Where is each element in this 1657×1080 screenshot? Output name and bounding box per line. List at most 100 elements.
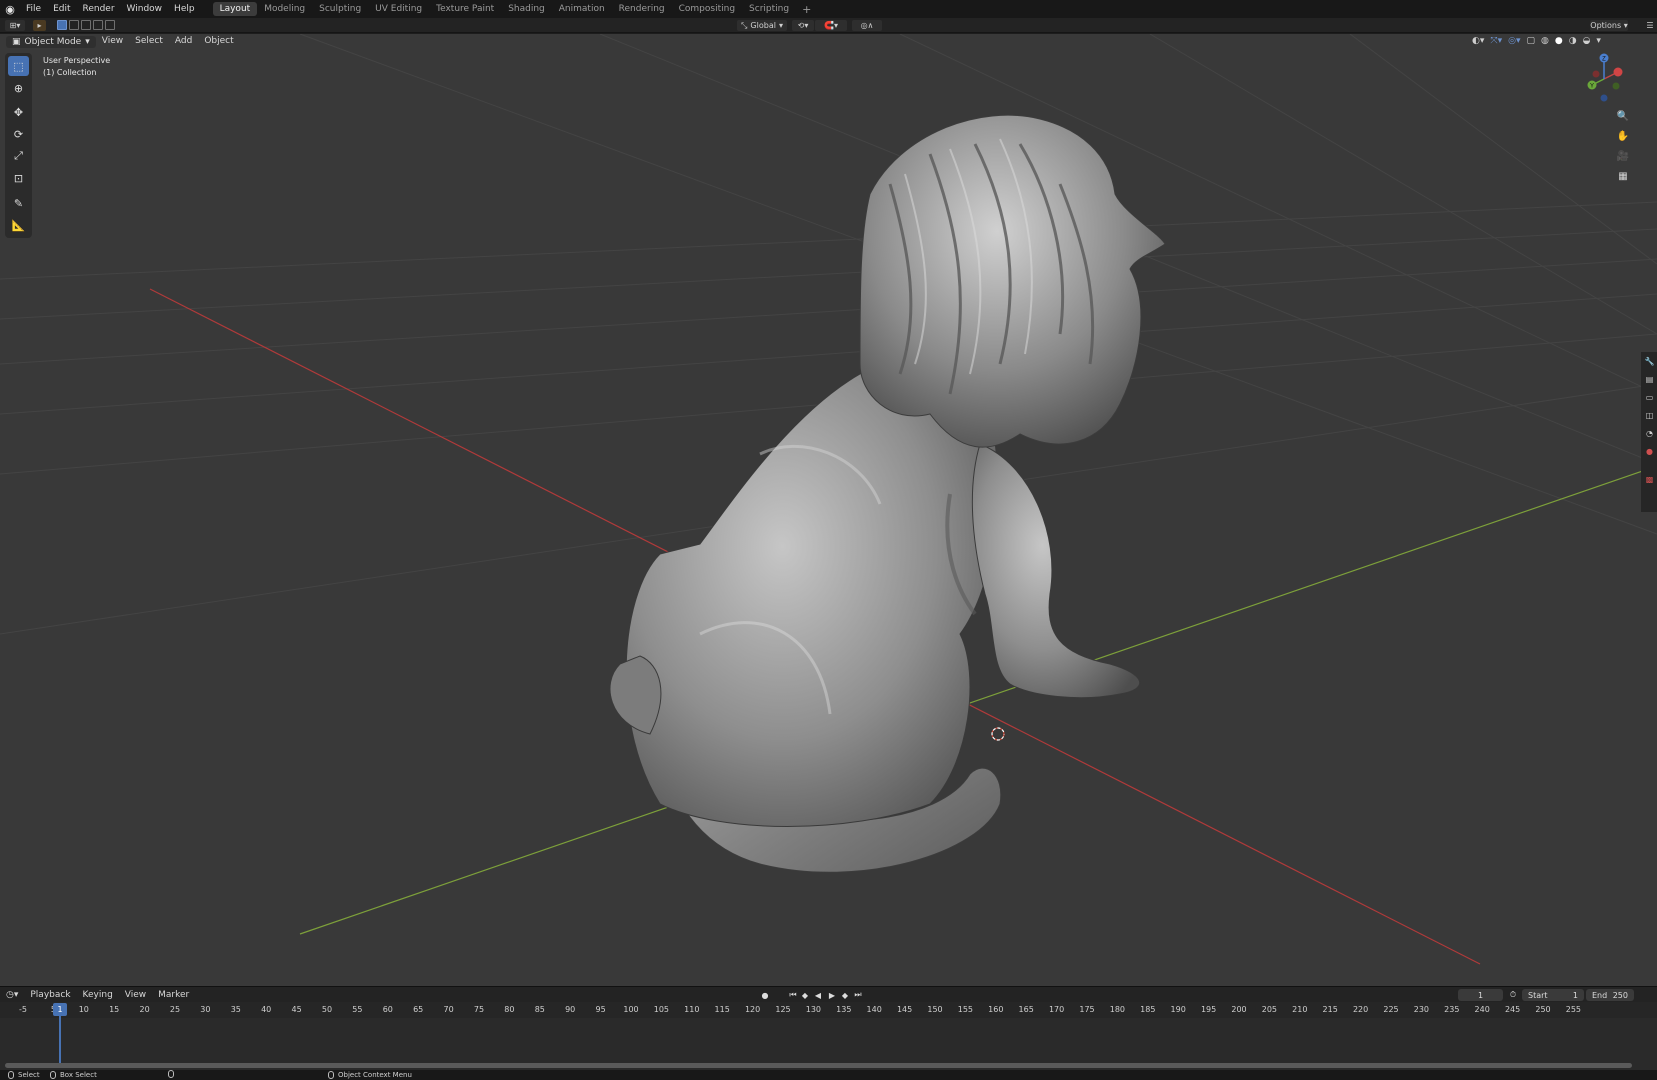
start-frame-field[interactable]: Start 1 bbox=[1522, 989, 1584, 1001]
3d-cursor-icon[interactable] bbox=[991, 727, 1005, 741]
add-workspace-icon[interactable]: + bbox=[796, 3, 817, 16]
annotate-tool-icon[interactable]: ✎ bbox=[8, 193, 29, 213]
menu-window[interactable]: Window bbox=[121, 0, 169, 18]
object-mode-dropdown[interactable]: ▣ Object Mode ▾ bbox=[6, 35, 96, 48]
blender-logo-icon[interactable]: ◉ bbox=[0, 0, 20, 18]
play-reverse-icon[interactable]: ◀ bbox=[813, 990, 823, 1000]
timeline-editor-icon[interactable]: ◷▾ bbox=[0, 987, 24, 1003]
status-select: Select bbox=[8, 1070, 40, 1080]
navigation-gizmo[interactable]: Z Y bbox=[1572, 52, 1634, 106]
move-tool-icon[interactable]: ✥ bbox=[8, 102, 29, 122]
ruler-tick-label: 195 bbox=[1200, 1005, 1217, 1014]
view-name: User Perspective bbox=[43, 56, 111, 65]
end-label: End bbox=[1592, 990, 1608, 1000]
view-layer-icon[interactable]: ◫ bbox=[1644, 410, 1655, 421]
rotate-tool-icon[interactable]: ⟳ bbox=[8, 124, 29, 144]
pivot-point-icon[interactable]: ⟲▾ bbox=[792, 20, 814, 31]
scene-properties-icon[interactable]: ◔ bbox=[1644, 428, 1655, 439]
select-mode-new-icon[interactable] bbox=[57, 20, 67, 30]
editor-type-icon[interactable]: ⊞▾ bbox=[5, 20, 25, 31]
select-mode-extend-icon[interactable] bbox=[69, 20, 79, 30]
pan-hand-icon[interactable]: ✋ bbox=[1615, 128, 1631, 144]
play-icon[interactable]: ▶ bbox=[827, 990, 837, 1000]
wireframe-shading-icon[interactable]: ◍ bbox=[1541, 36, 1549, 46]
lion-mesh[interactable] bbox=[609, 114, 1166, 873]
snap-icon[interactable]: 🧲▾ bbox=[815, 20, 847, 31]
timeline-menu-playback[interactable]: Playback bbox=[24, 987, 76, 1003]
menu-render[interactable]: Render bbox=[77, 0, 121, 18]
tab-scripting[interactable]: Scripting bbox=[742, 2, 796, 16]
current-frame-marker[interactable]: 1 bbox=[53, 1003, 67, 1016]
cursor-tool-icon[interactable]: ⊕ bbox=[8, 78, 29, 98]
perspective-toggle-icon[interactable]: ▦ bbox=[1615, 168, 1631, 184]
shading-options-icon[interactable]: ▾ bbox=[1596, 36, 1601, 46]
xray-icon[interactable]: ▢ bbox=[1526, 36, 1535, 46]
menu-file[interactable]: File bbox=[20, 0, 47, 18]
overlays-icon[interactable]: ◎▾ bbox=[1508, 36, 1520, 46]
jump-keyframe-forward-icon[interactable]: ◆ bbox=[840, 990, 850, 1000]
current-frame-field[interactable]: 1 bbox=[1458, 989, 1503, 1001]
viewport-menu-object[interactable]: Object bbox=[198, 34, 239, 49]
ruler-tick-label: 160 bbox=[988, 1005, 1004, 1014]
solid-shading-icon[interactable]: ● bbox=[1555, 36, 1563, 46]
select-mode-invert-icon[interactable] bbox=[93, 20, 103, 30]
texture-properties-icon[interactable]: ▩ bbox=[1644, 474, 1655, 485]
tab-compositing[interactable]: Compositing bbox=[672, 2, 742, 16]
transform-tool-icon[interactable]: ⊡ bbox=[8, 168, 29, 188]
visibility-icon[interactable]: ◐▾ bbox=[1472, 36, 1484, 46]
menu-help[interactable]: Help bbox=[168, 0, 201, 18]
output-properties-icon[interactable]: ▭ bbox=[1644, 392, 1655, 403]
menu-edit[interactable]: Edit bbox=[47, 0, 76, 18]
jump-keyframe-back-icon[interactable]: ◆ bbox=[800, 990, 810, 1000]
tab-modeling[interactable]: Modeling bbox=[257, 2, 312, 16]
timeline-menu-marker[interactable]: Marker bbox=[152, 987, 195, 1003]
tab-shading[interactable]: Shading bbox=[501, 2, 552, 16]
viewport-menu-select[interactable]: Select bbox=[129, 34, 169, 49]
tab-texture-paint[interactable]: Texture Paint bbox=[429, 2, 501, 16]
timeline-area[interactable]: -551015202530354045505560657075808590951… bbox=[0, 1002, 1657, 1070]
viewport-menu-view[interactable]: View bbox=[96, 34, 129, 49]
ruler-tick-label: 115 bbox=[714, 1005, 730, 1014]
world-properties-icon[interactable]: ● bbox=[1644, 446, 1655, 457]
tab-uv-editing[interactable]: UV Editing bbox=[368, 2, 429, 16]
playhead[interactable] bbox=[59, 1016, 61, 1068]
jump-start-icon[interactable]: ⏮ bbox=[788, 990, 798, 1000]
camera-view-icon[interactable]: 🎥 bbox=[1615, 148, 1631, 164]
jump-end-icon[interactable]: ⏭ bbox=[853, 990, 863, 1000]
3d-viewport[interactable]: ▣ Object Mode ▾ View Select Add Object ◐… bbox=[0, 34, 1657, 986]
select-tool-icon[interactable]: ▸ bbox=[33, 20, 46, 31]
scale-tool-icon[interactable]: ⤢ bbox=[8, 146, 29, 166]
frame-ruler[interactable]: -551015202530354045505560657075808590951… bbox=[0, 1002, 1657, 1018]
ruler-tick-label: 210 bbox=[1292, 1005, 1308, 1014]
material-shading-icon[interactable]: ◑ bbox=[1569, 36, 1577, 46]
tab-rendering[interactable]: Rendering bbox=[612, 2, 672, 16]
measure-tool-icon[interactable]: 📐 bbox=[8, 215, 29, 235]
select-mode-subtract-icon[interactable] bbox=[81, 20, 91, 30]
gizmo-toggle-icon[interactable]: ⤧▾ bbox=[1490, 36, 1502, 46]
tab-animation[interactable]: Animation bbox=[552, 2, 612, 16]
timeline-menu-view[interactable]: View bbox=[119, 987, 152, 1003]
orientation-value: Global bbox=[750, 21, 776, 30]
end-frame-field[interactable]: End 250 bbox=[1586, 989, 1634, 1001]
tool-shelf: ⬚ ⊕ ✥ ⟳ ⤢ ⊡ ✎ 📐 bbox=[5, 53, 32, 238]
tab-layout[interactable]: Layout bbox=[212, 2, 258, 16]
proportional-edit-icon[interactable]: ◎∧ bbox=[852, 20, 882, 31]
transform-orientation-dropdown[interactable]: ⤡ Global ▾ bbox=[737, 20, 787, 31]
sidebar-toggle-icon[interactable]: ☰ bbox=[1645, 20, 1655, 31]
preview-range-icon[interactable]: ⏱ bbox=[1508, 990, 1518, 1000]
timeline-menu-keying[interactable]: Keying bbox=[77, 987, 119, 1003]
tool-properties-icon[interactable]: 🔧 bbox=[1644, 356, 1655, 367]
select-mode-intersect-icon[interactable] bbox=[105, 20, 115, 30]
render-properties-icon[interactable]: ▤ bbox=[1644, 374, 1655, 385]
timeline-scrollbar[interactable] bbox=[5, 1063, 1632, 1068]
timeline-header: ◷▾ Playback Keying View Marker ● ⏮ ◆ ◀ ▶… bbox=[0, 986, 1657, 1002]
x-axis-icon[interactable] bbox=[1613, 67, 1623, 77]
ruler-tick-label: 140 bbox=[866, 1005, 882, 1014]
viewport-menu-add[interactable]: Add bbox=[169, 34, 198, 49]
zoom-icon[interactable]: 🔍 bbox=[1615, 108, 1631, 124]
rendered-shading-icon[interactable]: ◒ bbox=[1583, 36, 1591, 46]
select-box-tool-icon[interactable]: ⬚ bbox=[8, 56, 29, 76]
options-dropdown[interactable]: Options ▾ bbox=[1590, 20, 1628, 31]
record-keyframe-icon[interactable]: ● bbox=[760, 990, 770, 1000]
tab-sculpting[interactable]: Sculpting bbox=[312, 2, 368, 16]
